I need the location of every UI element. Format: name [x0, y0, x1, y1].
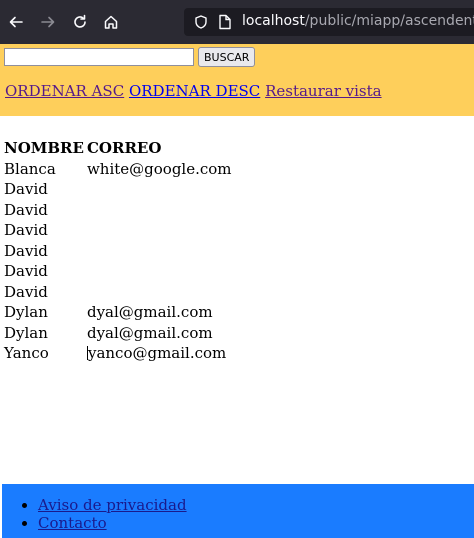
cell-email: [87, 241, 235, 262]
search-panel: BUSCAR ORDENAR ASC ORDENAR DESC Restaura…: [0, 44, 474, 116]
cell-email-with-cursor: yanco@gmail.com: [86, 343, 235, 364]
back-arrow-icon: [9, 16, 23, 28]
cell-name: Yanco: [4, 344, 49, 362]
table-row: David: [4, 241, 235, 262]
table-row: David: [4, 179, 235, 200]
page-content: BUSCAR ORDENAR ASC ORDENAR DESC Restaura…: [0, 44, 474, 538]
table-header-row: NOMBRE CORREO: [4, 138, 235, 159]
column-header-name: NOMBRE: [4, 139, 84, 157]
table-row: David: [4, 200, 235, 221]
sort-links: ORDENAR ASC ORDENAR DESC Restaurar vista: [5, 82, 382, 100]
footer: Aviso de privacidad Contacto: [2, 484, 474, 538]
cell-email: [87, 261, 235, 282]
address-bar[interactable]: localhost/public/miapp/ascendente: [184, 8, 474, 36]
cell-email: [87, 200, 235, 221]
url-text[interactable]: localhost/public/miapp/ascendente: [242, 13, 474, 29]
contact-link[interactable]: Contacto: [38, 514, 107, 532]
sort-desc-link[interactable]: ORDENAR DESC: [129, 82, 260, 100]
cell-email: [87, 179, 235, 200]
table-row: David: [4, 261, 235, 282]
table-row: Dylan dyal@gmail.com: [4, 323, 235, 344]
forward-button[interactable]: [38, 12, 58, 32]
sort-asc-link[interactable]: ORDENAR ASC: [5, 82, 124, 100]
cell-name: Blanca: [4, 159, 56, 178]
column-header-email: CORREO: [86, 139, 162, 157]
table-row: Dylan dyal@gmail.com: [4, 302, 235, 323]
cell-name: David: [4, 262, 48, 280]
cell-name: David: [4, 180, 48, 198]
table-row: Blanca white@google.com: [4, 159, 235, 180]
cell-name: David: [4, 221, 48, 239]
url-host: localhost: [242, 13, 305, 29]
cell-name: Dylan: [4, 303, 48, 321]
footer-links: Aviso de privacidad Contacto: [2, 496, 187, 532]
shield-icon[interactable]: [194, 15, 208, 29]
restore-view-link[interactable]: Restaurar vista: [265, 82, 382, 100]
cell-email: dyal@gmail.com: [86, 303, 213, 321]
cell-email: [87, 220, 235, 241]
reload-icon: [74, 14, 86, 28]
forward-arrow-icon: [41, 16, 55, 28]
cell-email: dyal@gmail.com: [86, 323, 213, 342]
cell-email: white@google.com: [86, 159, 232, 178]
table-row: David: [4, 220, 235, 241]
table-row: David: [4, 282, 235, 303]
cell-name: Dylan: [4, 323, 48, 342]
cell-name: David: [4, 241, 48, 260]
url-path: /public/miapp/ascendente: [304, 13, 474, 29]
back-button[interactable]: [6, 12, 26, 32]
home-icon: [104, 15, 118, 29]
cell-email: [87, 282, 235, 303]
privacy-link[interactable]: Aviso de privacidad: [38, 496, 187, 514]
list-item: Contacto: [38, 514, 187, 532]
home-button[interactable]: [101, 12, 121, 32]
page-info-icon[interactable]: [218, 14, 232, 30]
cell-name: David: [4, 282, 48, 301]
cell-email: yanco@gmail.com: [87, 344, 227, 362]
cell-name: David: [4, 200, 48, 219]
reload-button[interactable]: [70, 12, 90, 32]
search-input[interactable]: [4, 48, 194, 66]
browser-toolbar: localhost/public/miapp/ascendente: [0, 0, 474, 44]
list-item: Aviso de privacidad: [38, 496, 187, 514]
table-row: Yanco yanco@gmail.com: [4, 343, 235, 364]
users-table: NOMBRE CORREO Blanca white@google.com Da…: [4, 138, 235, 364]
search-button[interactable]: BUSCAR: [198, 47, 256, 67]
